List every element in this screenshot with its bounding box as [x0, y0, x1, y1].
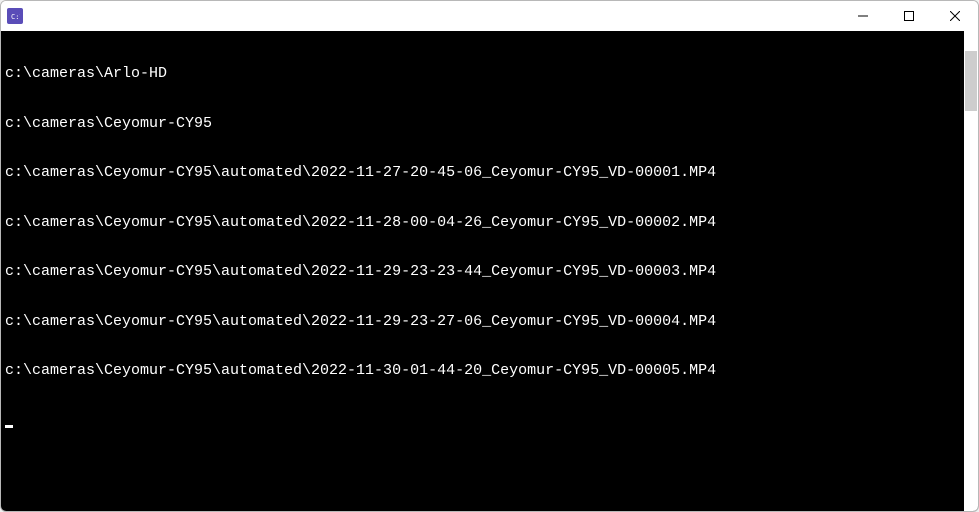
- close-icon: [950, 11, 960, 21]
- terminal-content[interactable]: c:\cameras\Arlo-HD c:\cameras\Ceyomur-CY…: [1, 31, 964, 511]
- minimize-button[interactable]: [840, 1, 886, 31]
- scrollbar[interactable]: [964, 31, 978, 511]
- terminal-line: c:\cameras\Ceyomur-CY95: [5, 116, 960, 133]
- titlebar-left: C:\: [7, 8, 29, 24]
- terminal-line: c:\cameras\Ceyomur-CY95\automated\2022-1…: [5, 363, 960, 380]
- terminal-line: c:\cameras\Ceyomur-CY95\automated\2022-1…: [5, 215, 960, 232]
- cmd-icon: C:\: [7, 8, 23, 24]
- maximize-icon: [904, 11, 914, 21]
- minimize-icon: [858, 11, 868, 21]
- scrollbar-thumb[interactable]: [965, 51, 977, 111]
- terminal-line: c:\cameras\Ceyomur-CY95\automated\2022-1…: [5, 165, 960, 182]
- window-controls: [840, 1, 978, 31]
- svg-text:C:\: C:\: [11, 13, 20, 21]
- terminal-line: c:\cameras\Arlo-HD: [5, 66, 960, 83]
- close-button[interactable]: [932, 1, 978, 31]
- terminal-line: c:\cameras\Ceyomur-CY95\automated\2022-1…: [5, 314, 960, 331]
- command-prompt-window: C:\ c: [0, 0, 979, 512]
- terminal-area[interactable]: c:\cameras\Arlo-HD c:\cameras\Ceyomur-CY…: [1, 31, 978, 511]
- maximize-button[interactable]: [886, 1, 932, 31]
- cursor: [5, 425, 13, 428]
- terminal-prompt-line: [5, 413, 960, 430]
- titlebar[interactable]: C:\: [1, 1, 978, 31]
- terminal-line: c:\cameras\Ceyomur-CY95\automated\2022-1…: [5, 264, 960, 281]
